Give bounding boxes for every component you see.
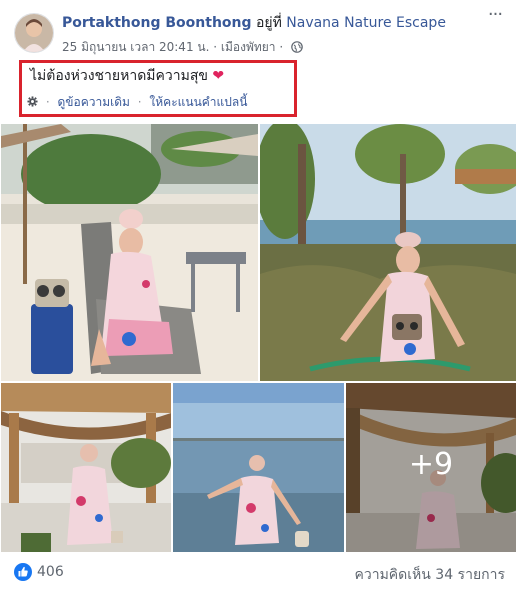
translation-separator: · <box>45 95 50 109</box>
photo-3[interactable] <box>1 383 171 552</box>
meta-separator: · <box>275 40 287 54</box>
see-original-link[interactable]: ดูข้อความเดิม <box>57 95 129 109</box>
place-link[interactable]: Navana Nature Escape <box>286 15 446 31</box>
photo-5[interactable]: +9 <box>346 383 516 552</box>
translation-separator: · <box>137 95 142 109</box>
post-message: ไม่ต้องห่วงชายหาดมีความสุข ❤ <box>30 65 224 87</box>
photo-2[interactable] <box>260 124 516 381</box>
post-header-title: Portakthong Boonthong อยู่ที่ Navana Nat… <box>62 12 446 34</box>
photo-4[interactable] <box>173 383 344 552</box>
rate-translation-link[interactable]: ให้คะแนนคำแปลนี้ <box>149 95 247 109</box>
like-icon[interactable] <box>14 563 32 581</box>
photo-1[interactable] <box>1 124 258 381</box>
heart-emoji: ❤ <box>212 68 225 84</box>
post-meta: 25 มิถุนายน เวลา 20:41 น. · เมืองพัทยา · <box>62 38 303 57</box>
post-footer: 406 ความคิดเห็น 34 รายการ <box>0 552 517 593</box>
location-link[interactable]: เมืองพัทยา <box>221 40 276 54</box>
more-photos-count: +9 <box>408 447 454 482</box>
more-photos-overlay[interactable]: +9 <box>346 383 516 552</box>
author-name[interactable]: Portakthong Boonthong <box>62 15 252 31</box>
avatar[interactable] <box>14 13 54 53</box>
meta-separator: · <box>209 40 221 54</box>
translation-bar: · ดูข้อความเดิม · ให้คะแนนคำแปลนี้ <box>27 93 247 112</box>
post-card: Portakthong Boonthong อยู่ที่ Navana Nat… <box>0 0 517 593</box>
post-timestamp[interactable]: 25 มิถุนายน เวลา 20:41 น. <box>62 40 209 54</box>
globe-icon[interactable] <box>291 41 303 56</box>
comment-count[interactable]: ความคิดเห็น 34 รายการ <box>354 564 505 586</box>
more-options-button[interactable]: ··· <box>485 6 505 28</box>
gear-icon[interactable] <box>27 96 38 110</box>
at-text: อยู่ที่ <box>251 15 287 31</box>
post-text: ไม่ต้องห่วงชายหาดมีความสุข <box>30 68 208 84</box>
reaction-count[interactable]: 406 <box>37 564 64 580</box>
